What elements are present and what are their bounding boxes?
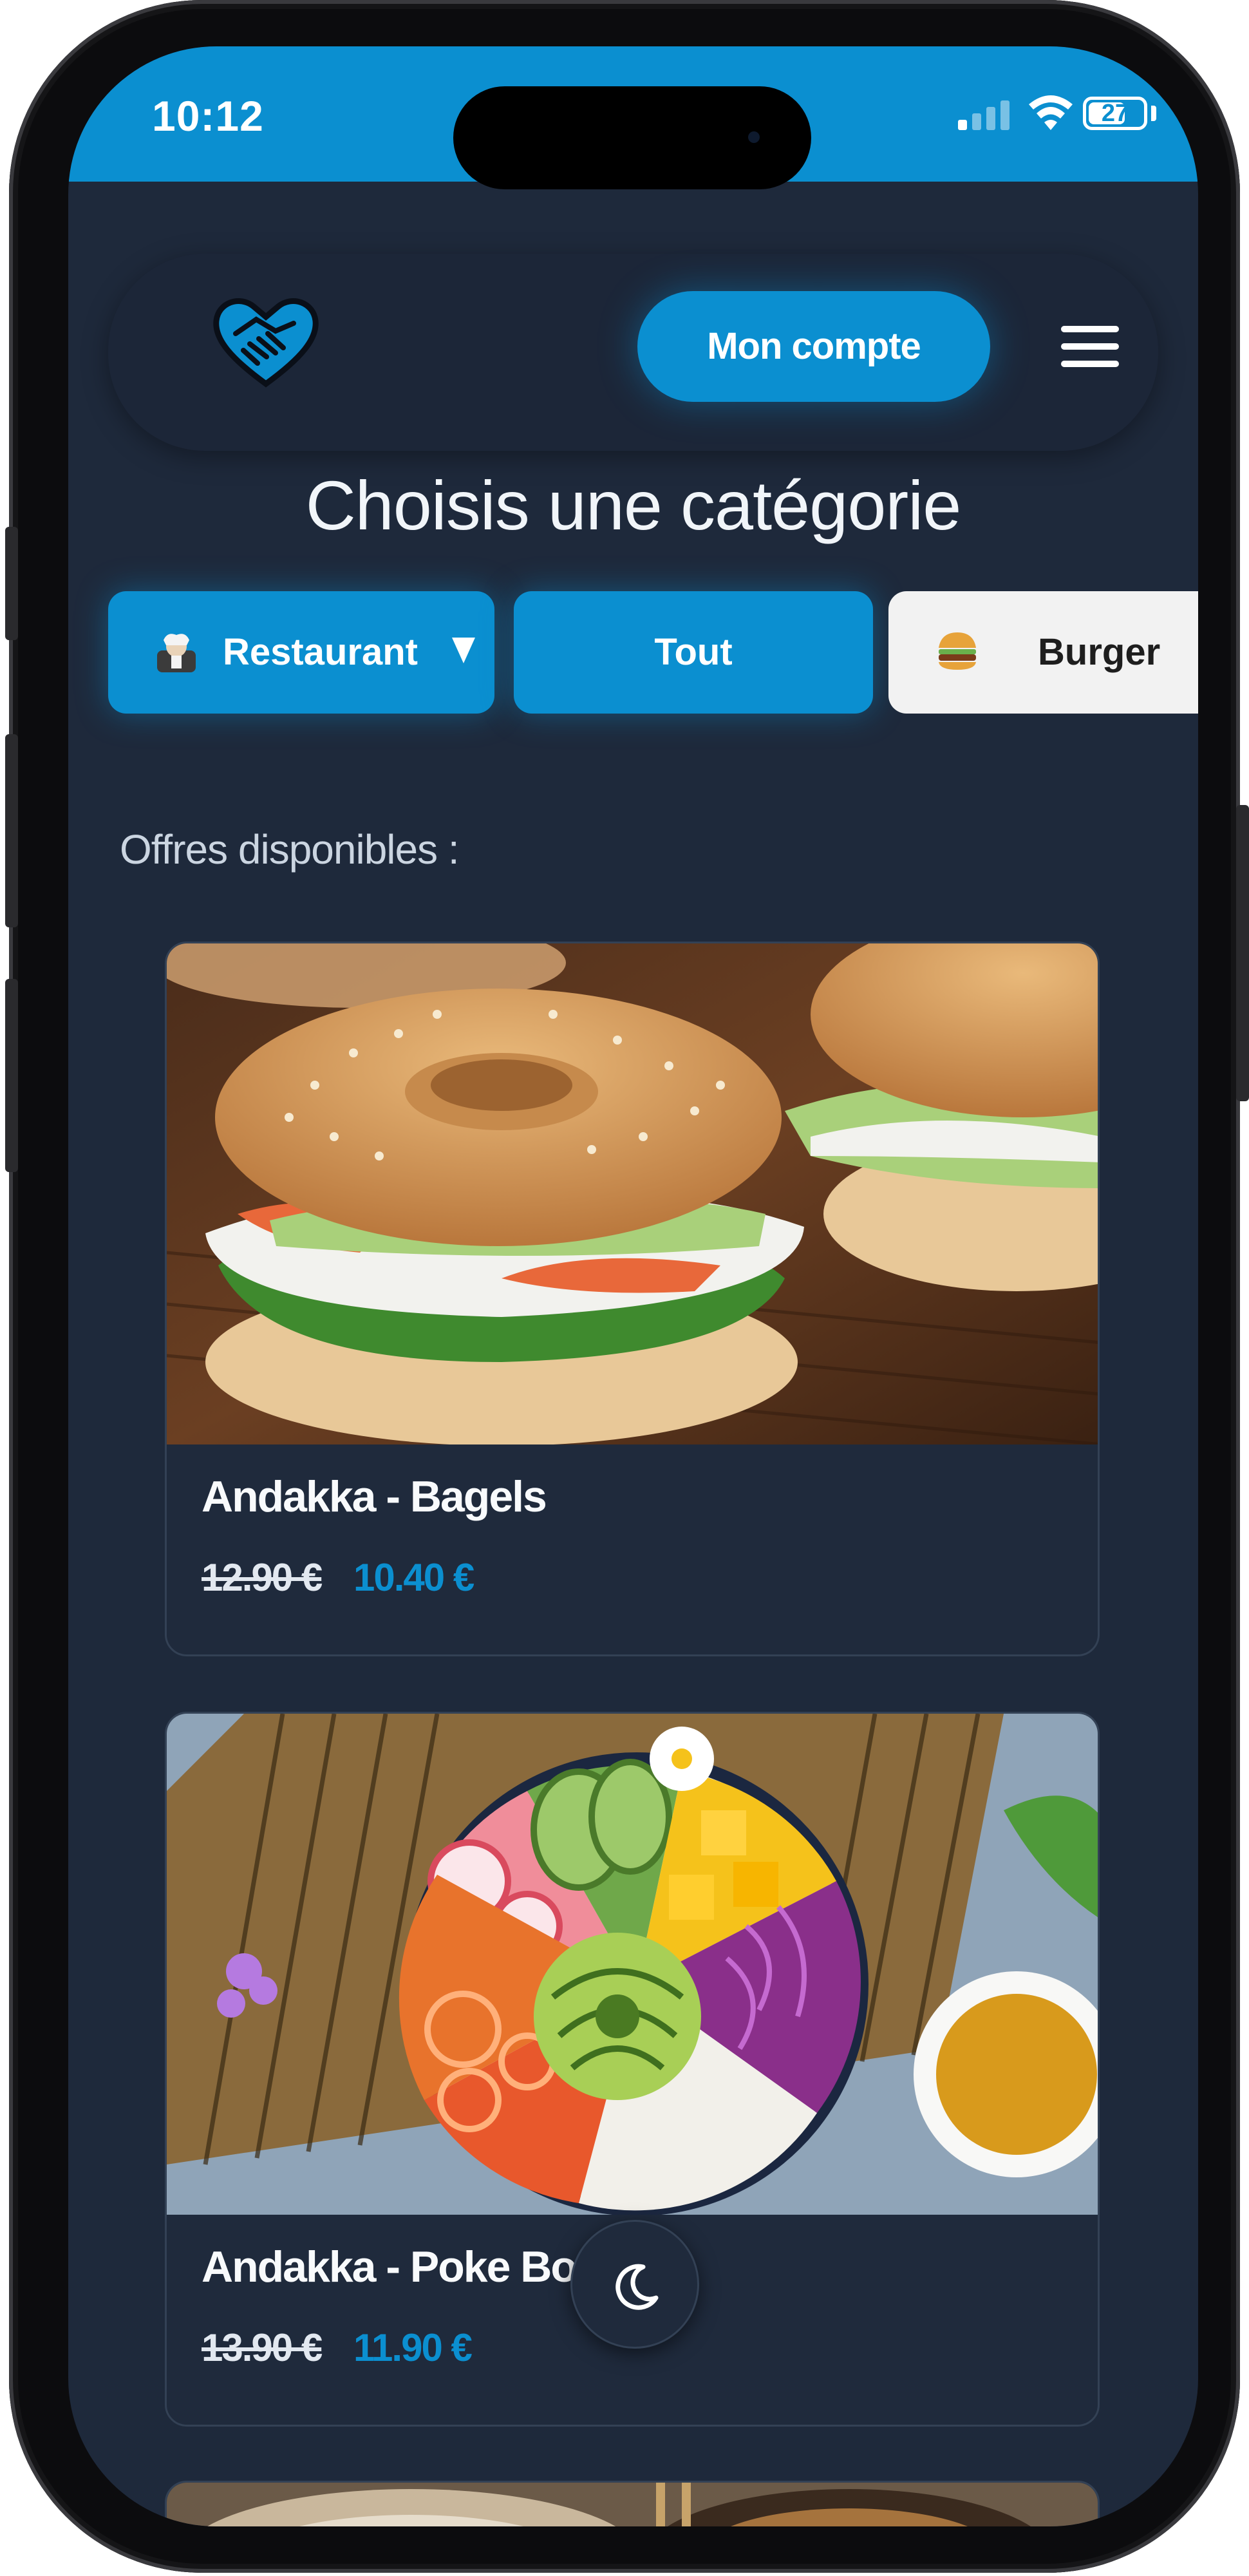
- offer-old-price: 13.90 €: [202, 2326, 323, 2369]
- poke-bowl-photo: [167, 1714, 1098, 2215]
- page-title: Choisis une catégorie: [305, 466, 962, 544]
- category-restaurant-dropdown[interactable]: Restaurant: [108, 591, 494, 714]
- heart-handshake-icon[interactable]: [211, 294, 321, 390]
- burger-icon: [939, 632, 976, 670]
- wifi-icon: [1029, 95, 1073, 130]
- offer-new-price: 11.90 €: [353, 2326, 473, 2369]
- dynamic-island: [453, 86, 811, 189]
- bagel-photo: [167, 943, 1098, 1444]
- offer-old-price: 12.90 €: [202, 1556, 323, 1599]
- chef-icon: [157, 634, 196, 672]
- battery-level: 27: [1101, 100, 1129, 127]
- phone-frame: 10:12 27 Mon compte Choisis une catégori…: [5, 0, 1249, 2573]
- moon-icon: [615, 2264, 659, 2310]
- status-bar: 10:12 27: [68, 46, 1198, 189]
- hamburger-menu-icon[interactable]: [1061, 326, 1119, 367]
- account-button[interactable]: Mon compte: [637, 291, 990, 402]
- side-button-action: [5, 527, 18, 640]
- dropdown-caret-icon: [452, 638, 475, 663]
- status-time: 10:12: [152, 92, 264, 140]
- side-button-volume-up: [5, 734, 18, 927]
- category-label: Tout: [654, 631, 733, 673]
- category-label: Restaurant: [223, 631, 418, 673]
- offer-name: Andakka - Poke Bow: [202, 2242, 610, 2291]
- offers-heading: Offres disponibles :: [120, 826, 460, 873]
- offer-card[interactable]: [165, 2481, 1100, 2526]
- offer-name: Andakka - Bagels: [202, 1472, 547, 1521]
- third-offer-photo: [167, 2483, 1098, 2526]
- side-button-power: [1236, 805, 1249, 1101]
- app-screen: 10:12 27 Mon compte Choisis une catégori…: [68, 46, 1198, 2526]
- offer-card[interactable]: Andakka - Bagels 12.90 € 10.40 €: [165, 942, 1100, 1656]
- theme-toggle-button[interactable]: [570, 2220, 699, 2349]
- category-tout[interactable]: Tout: [514, 591, 873, 714]
- offer-new-price: 10.40 €: [353, 1556, 474, 1599]
- app-header: Mon compte: [108, 254, 1158, 451]
- signal-icon: [958, 98, 1010, 130]
- battery-icon: 27: [1083, 97, 1147, 130]
- category-burger[interactable]: Burger: [888, 591, 1198, 714]
- category-label: Burger: [1038, 631, 1161, 673]
- side-button-volume-down: [5, 979, 18, 1172]
